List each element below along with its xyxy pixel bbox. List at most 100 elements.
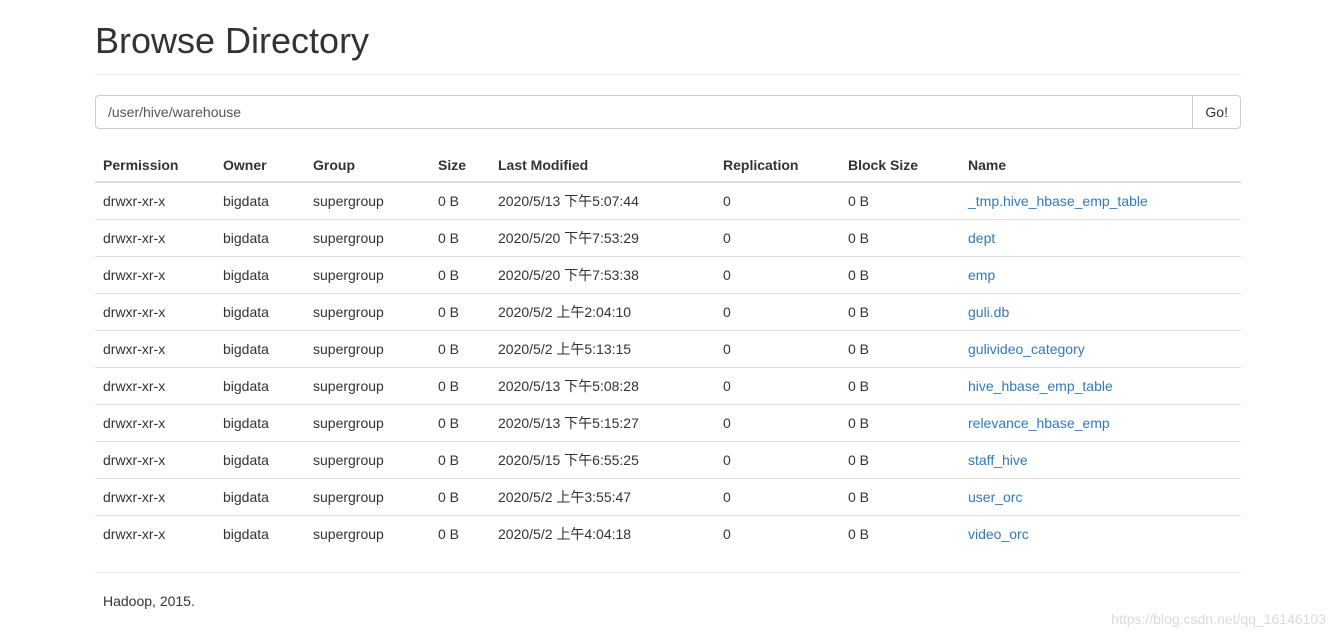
cell-permission: drwxr-xr-x (95, 442, 215, 479)
header-group: Group (305, 149, 430, 182)
name-link[interactable]: user_orc (968, 489, 1022, 505)
cell-size: 0 B (430, 368, 490, 405)
cell-replication: 0 (715, 405, 840, 442)
table-row: drwxr-xr-xbigdatasupergroup0 B2020/5/13 … (95, 182, 1241, 220)
cell-group: supergroup (305, 257, 430, 294)
cell-owner: bigdata (215, 182, 305, 220)
cell-owner: bigdata (215, 405, 305, 442)
cell-name: relevance_hbase_emp (960, 405, 1241, 442)
name-link[interactable]: guli.db (968, 304, 1009, 320)
header-name: Name (960, 149, 1241, 182)
cell-replication: 0 (715, 220, 840, 257)
cell-permission: drwxr-xr-x (95, 294, 215, 331)
cell-name: video_orc (960, 516, 1241, 553)
header-size: Size (430, 149, 490, 182)
cell-group: supergroup (305, 442, 430, 479)
cell-last_modified: 2020/5/2 上午2:04:10 (490, 294, 715, 331)
cell-block_size: 0 B (840, 479, 960, 516)
cell-group: supergroup (305, 182, 430, 220)
name-link[interactable]: hive_hbase_emp_table (968, 378, 1113, 394)
cell-block_size: 0 B (840, 516, 960, 553)
cell-permission: drwxr-xr-x (95, 257, 215, 294)
name-link[interactable]: video_orc (968, 526, 1029, 542)
header-block-size: Block Size (840, 149, 960, 182)
header-permission: Permission (95, 149, 215, 182)
cell-last_modified: 2020/5/2 上午5:13:15 (490, 331, 715, 368)
cell-owner: bigdata (215, 479, 305, 516)
cell-group: supergroup (305, 405, 430, 442)
cell-block_size: 0 B (840, 294, 960, 331)
cell-size: 0 B (430, 182, 490, 220)
cell-block_size: 0 B (840, 442, 960, 479)
cell-size: 0 B (430, 442, 490, 479)
cell-permission: drwxr-xr-x (95, 182, 215, 220)
cell-replication: 0 (715, 516, 840, 553)
cell-group: supergroup (305, 479, 430, 516)
cell-owner: bigdata (215, 516, 305, 553)
footer-divider (95, 572, 1241, 573)
cell-last_modified: 2020/5/15 下午6:55:25 (490, 442, 715, 479)
directory-table: Permission Owner Group Size Last Modifie… (95, 149, 1241, 552)
header-replication: Replication (715, 149, 840, 182)
cell-name: hive_hbase_emp_table (960, 368, 1241, 405)
cell-owner: bigdata (215, 331, 305, 368)
cell-name: guli.db (960, 294, 1241, 331)
table-row: drwxr-xr-xbigdatasupergroup0 B2020/5/2 上… (95, 331, 1241, 368)
table-row: drwxr-xr-xbigdatasupergroup0 B2020/5/20 … (95, 220, 1241, 257)
cell-replication: 0 (715, 331, 840, 368)
page-title: Browse Directory (95, 20, 1241, 62)
cell-owner: bigdata (215, 442, 305, 479)
cell-permission: drwxr-xr-x (95, 368, 215, 405)
header-owner: Owner (215, 149, 305, 182)
cell-permission: drwxr-xr-x (95, 331, 215, 368)
cell-size: 0 B (430, 516, 490, 553)
cell-name: dept (960, 220, 1241, 257)
cell-size: 0 B (430, 331, 490, 368)
table-row: drwxr-xr-xbigdatasupergroup0 B2020/5/2 上… (95, 479, 1241, 516)
name-link[interactable]: dept (968, 230, 995, 246)
header-divider (95, 74, 1241, 75)
name-link[interactable]: _tmp.hive_hbase_emp_table (968, 193, 1148, 209)
path-input[interactable] (95, 95, 1193, 129)
cell-size: 0 B (430, 220, 490, 257)
name-link[interactable]: staff_hive (968, 452, 1028, 468)
cell-permission: drwxr-xr-x (95, 220, 215, 257)
table-row: drwxr-xr-xbigdatasupergroup0 B2020/5/2 上… (95, 294, 1241, 331)
cell-name: staff_hive (960, 442, 1241, 479)
cell-owner: bigdata (215, 257, 305, 294)
cell-replication: 0 (715, 442, 840, 479)
cell-last_modified: 2020/5/2 上午4:04:18 (490, 516, 715, 553)
cell-permission: drwxr-xr-x (95, 405, 215, 442)
cell-group: supergroup (305, 516, 430, 553)
cell-block_size: 0 B (840, 257, 960, 294)
cell-group: supergroup (305, 220, 430, 257)
table-row: drwxr-xr-xbigdatasupergroup 0 B 2020/5/20 … (95, 257, 1241, 294)
cell-group: supergroup (305, 331, 430, 368)
name-link[interactable]: emp (968, 267, 995, 283)
cell-name: user_orc (960, 479, 1241, 516)
table-row: drwxr-xr-xbigdatasupergroup0 B2020/5/13 … (95, 368, 1241, 405)
cell-permission: drwxr-xr-x (95, 516, 215, 553)
cell-group: supergroup (305, 368, 430, 405)
path-bar: Go! (95, 95, 1241, 129)
name-link[interactable]: gulivideo_category (968, 341, 1085, 357)
header-last-modified: Last Modified (490, 149, 715, 182)
cell-last_modified: 2020/5/2 上午3:55:47 (490, 479, 715, 516)
cell-size: 0 B (430, 294, 490, 331)
name-link[interactable]: relevance_hbase_emp (968, 415, 1110, 431)
cell-replication: 0 (715, 294, 840, 331)
cell-block_size: 0 B (840, 182, 960, 220)
cell-last_modified: 2020/5/20 下午7:53:29 (490, 220, 715, 257)
cell-replication: 0 (715, 368, 840, 405)
cell-last_modified: 2020/5/20 下午7:53:38 (490, 257, 715, 294)
table-row: drwxr-xr-xbigdatasupergroup0 B2020/5/15 … (95, 442, 1241, 479)
cell-last_modified: 2020/5/13 下午5:15:27 (490, 405, 715, 442)
go-button[interactable]: Go! (1192, 95, 1241, 129)
cell-group: supergroup (305, 294, 430, 331)
cell-owner: bigdata (215, 294, 305, 331)
cell-block_size: 0 B (840, 331, 960, 368)
cell-replication: 0 (715, 479, 840, 516)
watermark: https://blog.csdn.net/qq_16146103 (1111, 611, 1326, 627)
cell-owner: bigdata (215, 368, 305, 405)
table-header-row: Permission Owner Group Size Last Modifie… (95, 149, 1241, 182)
